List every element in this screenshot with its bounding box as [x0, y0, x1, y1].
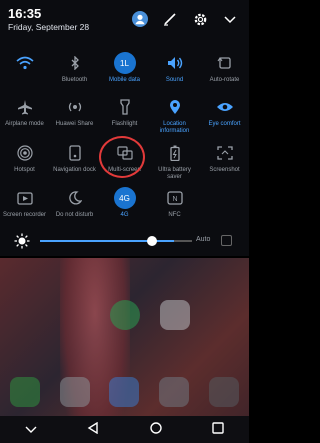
- settings-icon[interactable]: [191, 10, 209, 28]
- tile-hotspot[interactable]: Hotspot: [0, 140, 49, 174]
- tile-label: NFC: [168, 212, 181, 218]
- battery-icon: [162, 140, 188, 166]
- brightness-track-rest: [174, 240, 192, 242]
- mobile-data-badge: 1L: [113, 52, 136, 74]
- tile-auto-rotate[interactable]: Auto-rotate: [200, 50, 249, 84]
- multi-screen-highlight-circle: [99, 136, 145, 178]
- screenshot-icon: [212, 140, 238, 166]
- brightness-control: Auto: [8, 233, 241, 249]
- tile-4g[interactable]: 4G 4G: [100, 185, 149, 219]
- nfc-badge: N: [172, 196, 177, 203]
- share-icon: [62, 94, 88, 120]
- messages-app-icon[interactable]: [159, 377, 190, 407]
- chevron-down-icon[interactable]: [221, 10, 239, 28]
- home-button-icon[interactable]: [149, 421, 162, 439]
- tile-sound[interactable]: Sound: [150, 50, 199, 84]
- tile-do-not-disturb[interactable]: Do not disturb: [50, 185, 99, 219]
- tile-label: Do not disturb: [55, 212, 94, 218]
- status-block: 16:35 Friday, September 28: [8, 7, 89, 32]
- tile-label: Hotspot: [14, 167, 35, 173]
- camera-app-icon[interactable]: [209, 377, 240, 407]
- tile-label: Eye comfort: [208, 121, 241, 127]
- photos-app-icon[interactable]: [160, 300, 190, 330]
- tile-label: Location information: [159, 121, 190, 134]
- location-icon: [162, 94, 188, 120]
- screen-recorder-icon: [12, 185, 38, 211]
- mobile-data-icon: 1L: [112, 50, 138, 76]
- shade-top-icons: [131, 10, 239, 28]
- tile-label: Screenshot: [209, 167, 240, 173]
- tile-location[interactable]: Location information: [150, 94, 199, 135]
- tile-label: Airplane mode: [5, 121, 44, 127]
- recents-button-icon[interactable]: [212, 421, 224, 439]
- brightness-icon: [14, 233, 30, 254]
- eye-icon: [212, 94, 238, 120]
- tile-eye-comfort[interactable]: Eye comfort: [200, 94, 249, 128]
- contacts-app-icon[interactable]: [59, 377, 90, 407]
- tile-label: 4G: [120, 212, 129, 218]
- tile-label: Auto-rotate: [209, 77, 240, 83]
- tile-screen-recorder[interactable]: Screen recorder: [0, 185, 49, 219]
- avatar-icon[interactable]: [131, 10, 149, 28]
- clock-time: 16:35: [8, 6, 42, 21]
- tile-nfc[interactable]: N NFC: [150, 185, 199, 219]
- auto-rotate-icon: [212, 50, 238, 76]
- 4g-icon: 4G: [112, 185, 138, 211]
- navigation-dock-icon: [62, 140, 88, 166]
- tile-wifi[interactable]: [0, 50, 49, 77]
- airplane-icon: [12, 94, 38, 120]
- wifi-icon: [12, 50, 38, 76]
- brightness-slider-thumb[interactable]: [147, 236, 157, 246]
- clock-date: Friday, September 28: [8, 22, 90, 32]
- flashlight-icon: [112, 94, 138, 120]
- navigation-bar: [0, 416, 249, 443]
- tile-mobile-data[interactable]: 1L Mobile data: [100, 50, 149, 84]
- auto-brightness-checkbox[interactable]: [221, 235, 232, 246]
- phone-app-icon[interactable]: [9, 377, 40, 407]
- tile-label: Screen recorder: [2, 212, 47, 218]
- tile-label: Sound: [165, 77, 184, 83]
- tile-label: Mobile data: [108, 77, 141, 83]
- tile-flashlight[interactable]: Flashlight: [100, 94, 149, 128]
- nfc-icon: N: [162, 185, 188, 211]
- tile-airplane-mode[interactable]: Airplane mode: [0, 94, 49, 128]
- tile-label: Bluetooth: [61, 77, 88, 83]
- tile-navigation-dock[interactable]: Navigation dock: [50, 140, 99, 174]
- moon-icon: [62, 185, 88, 211]
- back-button-icon[interactable]: [87, 421, 99, 439]
- tile-ultra-battery-saver[interactable]: Ultra battery saver: [150, 140, 199, 181]
- tile-label: Huawei Share: [55, 121, 94, 127]
- auto-brightness-label: Auto: [196, 236, 211, 243]
- tile-label: Ultra battery saver: [158, 167, 191, 180]
- notification-shade: 16:35 Friday, September 28 Bluetooth 1L: [0, 0, 249, 256]
- hotspot-icon: [12, 140, 38, 166]
- edit-icon[interactable]: [161, 10, 179, 28]
- bluetooth-icon: [62, 50, 88, 76]
- whatsapp-app-icon[interactable]: [110, 300, 140, 330]
- tile-label: Navigation dock: [53, 167, 96, 173]
- chevron-down-icon[interactable]: [25, 421, 37, 439]
- tile-label: Flashlight: [111, 121, 138, 127]
- tile-bluetooth[interactable]: Bluetooth: [50, 50, 99, 84]
- app-dock: [0, 372, 249, 412]
- 4g-badge: 4G: [113, 187, 136, 209]
- tile-huawei-share[interactable]: Huawei Share: [50, 94, 99, 128]
- sound-icon: [162, 50, 188, 76]
- tile-screenshot[interactable]: Screenshot: [200, 140, 249, 174]
- calculator-app-icon[interactable]: [109, 377, 140, 407]
